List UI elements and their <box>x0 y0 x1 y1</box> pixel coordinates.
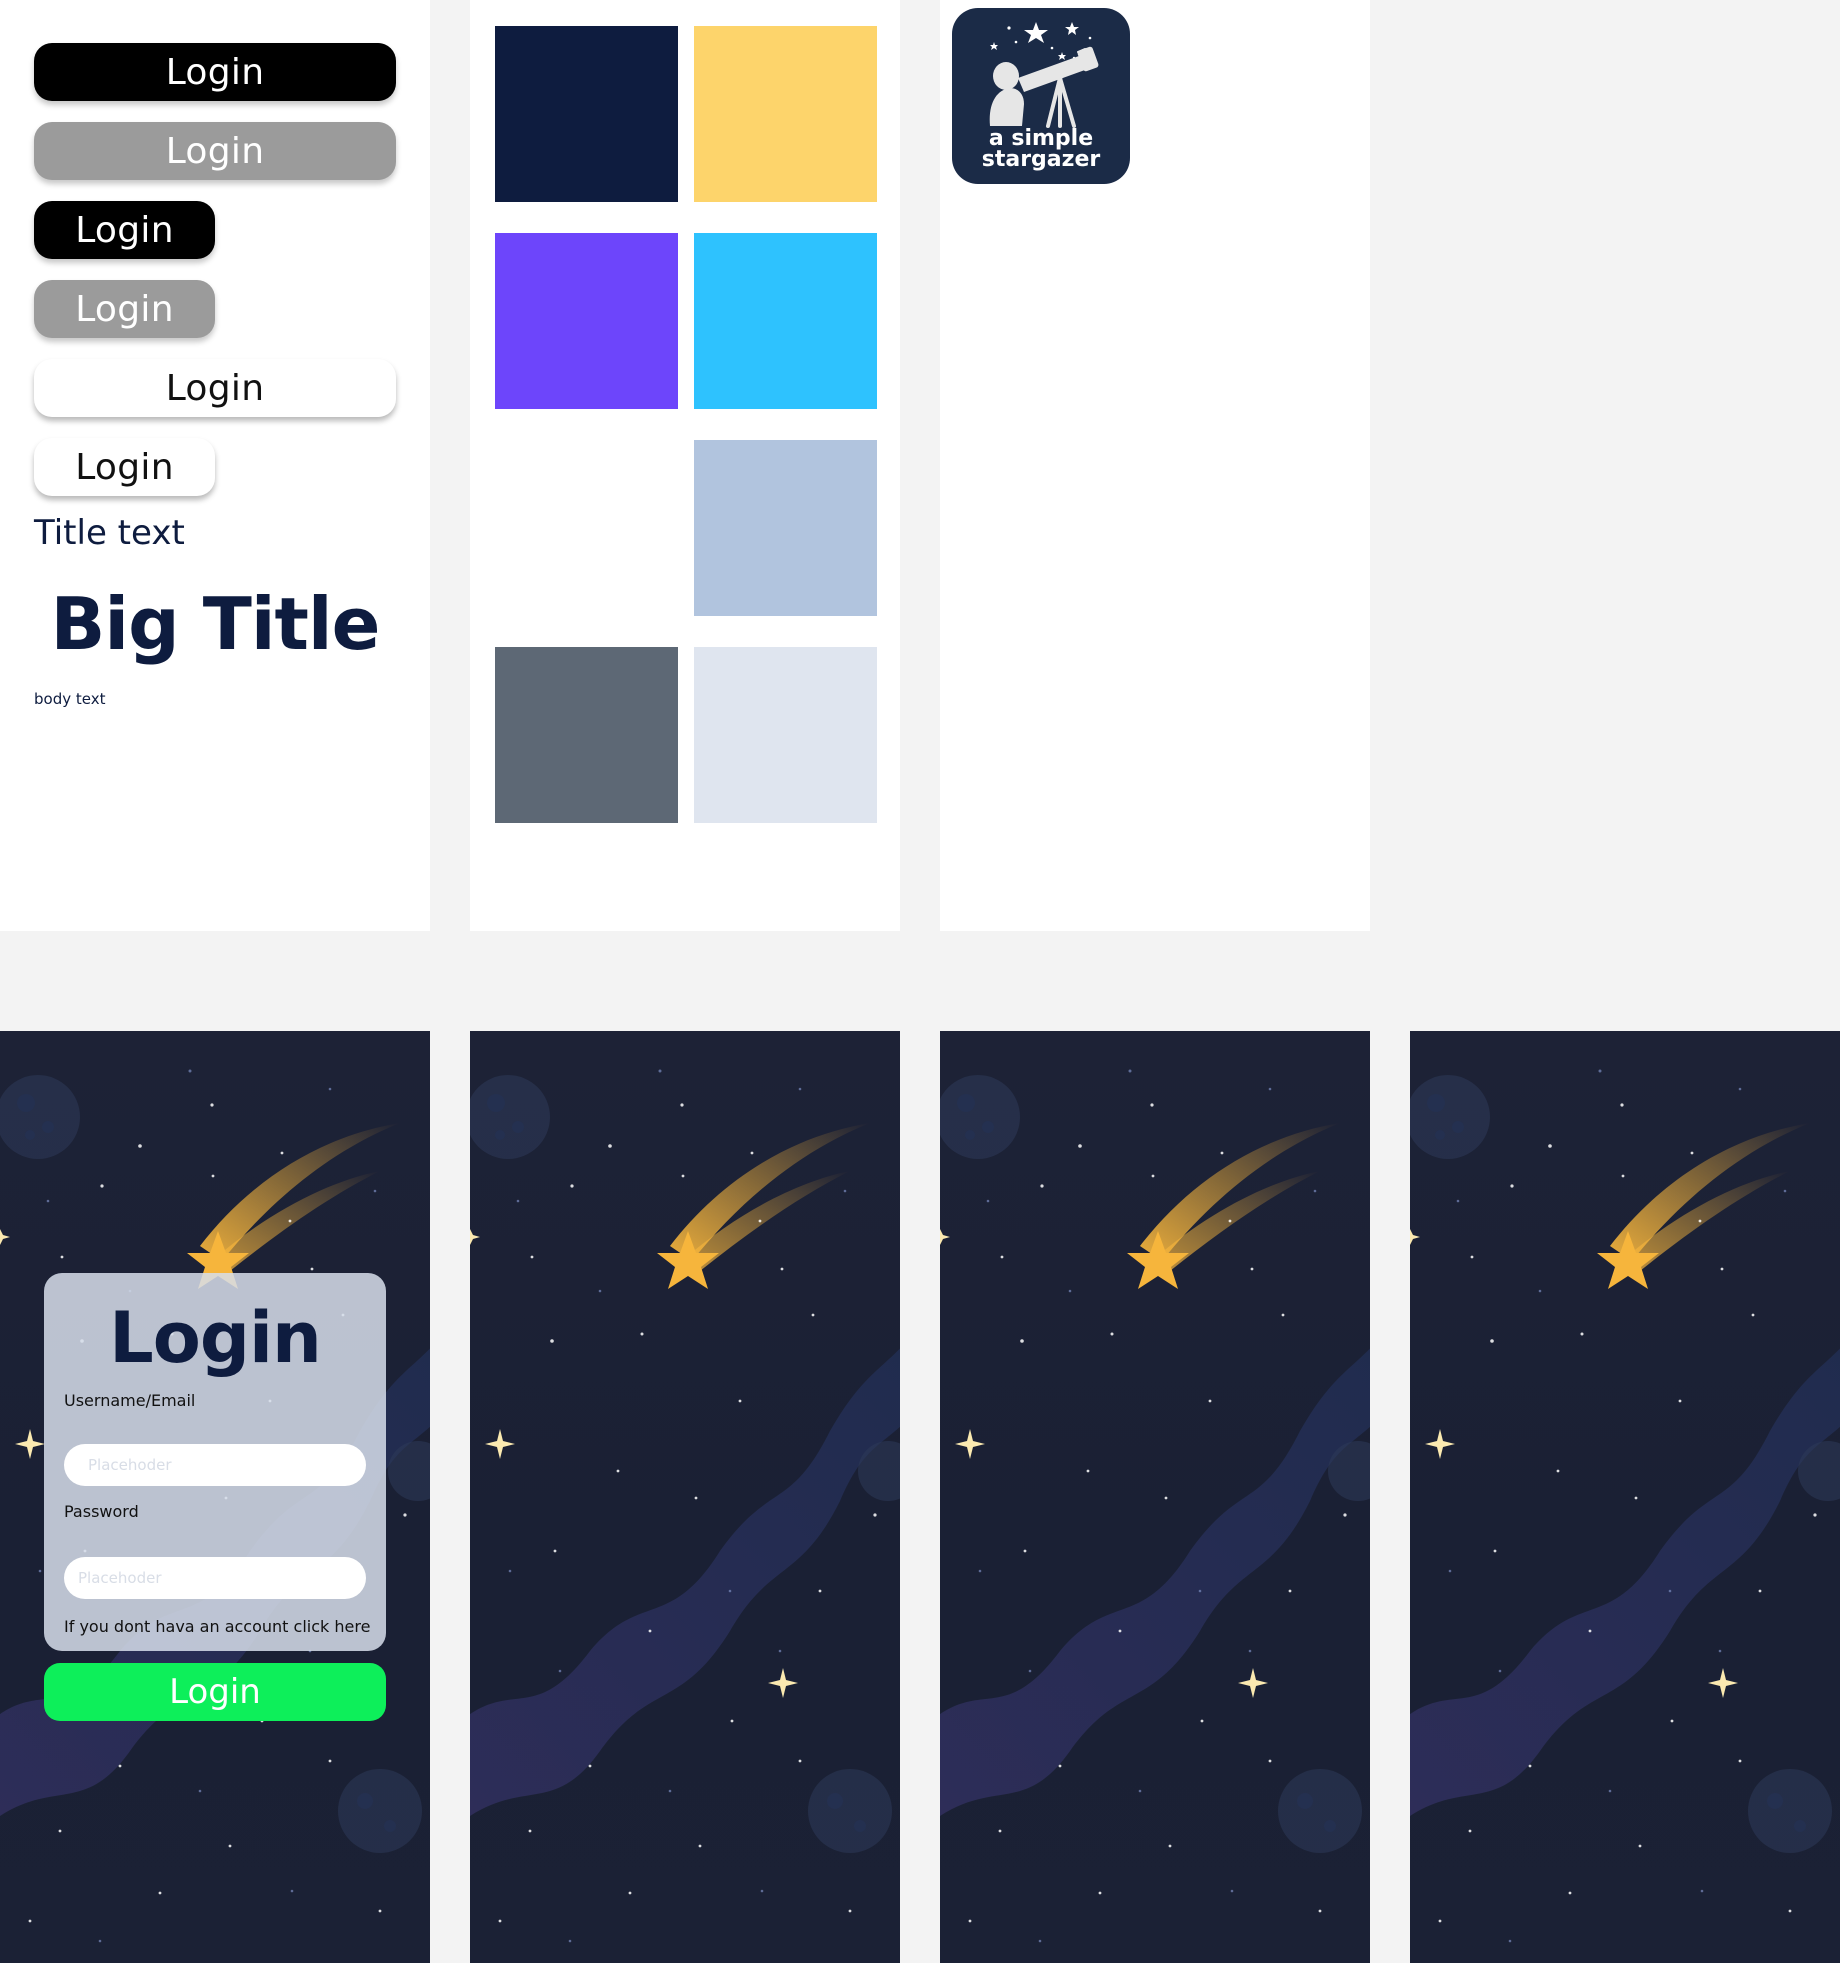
swatch-white <box>495 440 678 616</box>
username-label: Username/Email <box>64 1391 196 1410</box>
big-title-sample: Big Title <box>50 582 381 666</box>
signup-link[interactable]: If you dont hava an account click here <box>64 1617 370 1636</box>
password-input[interactable] <box>64 1557 366 1599</box>
login-button-black-narrow[interactable]: Login <box>34 201 215 259</box>
swatch-purple <box>495 233 678 409</box>
username-input[interactable] <box>64 1444 366 1486</box>
login-button-gray-narrow[interactable]: Login <box>34 280 215 338</box>
swatch-slate <box>495 647 678 823</box>
password-label: Password <box>64 1502 139 1521</box>
body-text-sample: body text <box>34 690 106 708</box>
night-sky-background <box>1410 1069 1840 1943</box>
login-title: Login <box>109 1297 322 1379</box>
swatch-navy <box>495 26 678 202</box>
blank-screen-3 <box>1410 1031 1840 1963</box>
night-sky-background <box>940 1069 1370 1943</box>
logo-frame: a simple stargazer <box>940 0 1370 931</box>
logo-text-line2: stargazer <box>981 147 1101 172</box>
login-card: Login Username/Email Password If you don… <box>44 1273 386 1651</box>
login-submit-button[interactable]: Login <box>44 1663 386 1721</box>
login-button-black-wide[interactable]: Login <box>34 43 396 101</box>
blank-screen-1 <box>470 1031 900 1963</box>
title-text-sample: Title text <box>34 513 185 553</box>
swatch-light-steel <box>694 440 877 616</box>
swatch-pale-blue <box>694 647 877 823</box>
components-frame: Login Login Login Login Login Login Titl… <box>0 0 430 931</box>
login-button-white-narrow[interactable]: Login <box>34 438 215 496</box>
swatch-sky-blue <box>694 233 877 409</box>
login-screen: Login Username/Email Password If you don… <box>0 1031 430 1963</box>
logo-text-line1: a simple <box>988 126 1094 151</box>
login-button-gray-wide[interactable]: Login <box>34 122 396 180</box>
login-button-white-wide[interactable]: Login <box>34 359 396 417</box>
blank-screen-2 <box>940 1031 1370 1963</box>
color-palette-frame <box>470 0 900 931</box>
night-sky-background <box>470 1069 900 1943</box>
swatch-yellow <box>694 26 877 202</box>
app-logo: a simple stargazer <box>952 8 1130 184</box>
